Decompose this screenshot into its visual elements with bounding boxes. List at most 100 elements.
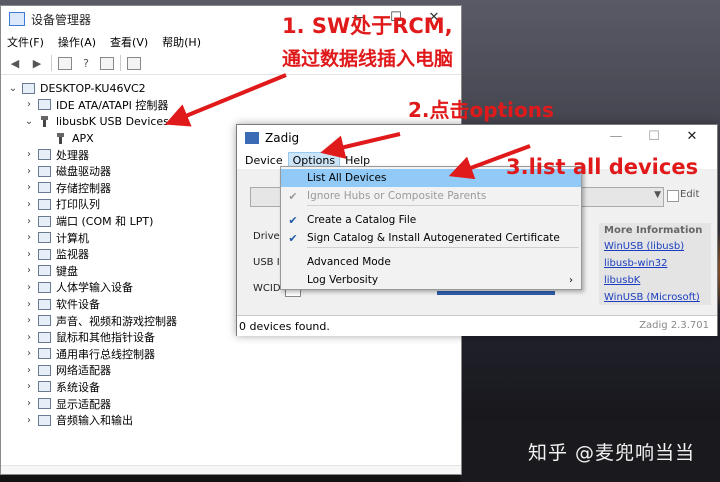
tree-item[interactable]: › 显示适配器 bbox=[1, 395, 461, 412]
tree-item-label: 软件设备 bbox=[56, 298, 100, 312]
more-info-heading: More Information bbox=[604, 225, 703, 236]
properties-icon[interactable] bbox=[58, 56, 72, 70]
checkmark-icon: ✔ bbox=[288, 189, 298, 203]
tree-item[interactable]: › 通用串行总线控制器 bbox=[1, 346, 461, 363]
zadig-minimize-button[interactable]: — bbox=[597, 129, 635, 144]
chevron-right-icon[interactable]: › bbox=[23, 348, 35, 359]
tree-item-label: 音频输入和输出 bbox=[56, 414, 133, 428]
device-category-icon bbox=[38, 232, 51, 244]
tree-item[interactable]: ⌄ DESKTOP-KU46VC2 bbox=[1, 80, 461, 97]
edit-label: Edit bbox=[680, 189, 700, 200]
chevron-right-icon[interactable]: › bbox=[23, 182, 35, 193]
options-menu-label: Advanced Mode bbox=[307, 256, 391, 268]
back-icon[interactable]: ◀ bbox=[7, 56, 23, 70]
annotation-step1-line1: 1. SW处于RCM, bbox=[282, 14, 453, 38]
link-libusbk[interactable]: libusbK bbox=[604, 275, 640, 286]
status-text: 0 devices found. bbox=[239, 320, 330, 333]
chevron-right-icon[interactable]: › bbox=[23, 381, 35, 392]
chevron-right-icon[interactable]: › bbox=[23, 282, 35, 293]
tree-item-label: IDE ATA/ATAPI 控制器 bbox=[56, 98, 169, 112]
chevron-right-icon[interactable]: › bbox=[23, 216, 35, 227]
options-menu-item[interactable]: Log Verbosity › bbox=[281, 271, 581, 289]
annotation-step2: 2.点击options bbox=[408, 98, 554, 122]
toolbar-separator bbox=[120, 55, 121, 71]
chevron-right-icon[interactable]: › bbox=[23, 332, 35, 343]
status-strip bbox=[1, 465, 461, 474]
options-menu-label: Create a Catalog File bbox=[307, 214, 417, 226]
tree-item-label: 处理器 bbox=[56, 148, 89, 162]
chevron-right-icon[interactable]: › bbox=[23, 415, 35, 426]
device-category-icon bbox=[38, 331, 51, 343]
device-category-icon bbox=[38, 198, 51, 210]
chevron-right-icon[interactable]: › bbox=[23, 365, 35, 376]
link-winusb-microsoft[interactable]: WinUSB (Microsoft) bbox=[604, 292, 700, 303]
device-category-icon bbox=[38, 315, 51, 327]
wcid-label: WCID bbox=[253, 283, 281, 294]
menu-action[interactable]: 操作(A) bbox=[58, 34, 96, 50]
device-category-icon bbox=[38, 215, 51, 227]
tree-item-label: 人体学输入设备 bbox=[56, 281, 133, 295]
device-category-icon bbox=[38, 99, 51, 111]
tree-item[interactable]: › IDE ATA/ATAPI 控制器 bbox=[1, 97, 461, 114]
tree-item-label: 鼠标和其他指针设备 bbox=[56, 331, 155, 345]
chevron-right-icon[interactable]: › bbox=[23, 232, 35, 243]
device-category-icon bbox=[38, 298, 51, 310]
zadig-icon bbox=[245, 132, 259, 144]
forward-icon[interactable]: ▶ bbox=[29, 56, 45, 70]
chevron-right-icon[interactable]: › bbox=[23, 265, 35, 276]
link-winusb-libusb[interactable]: WinUSB (libusb) bbox=[604, 241, 684, 252]
menu-help[interactable]: 帮助(H) bbox=[162, 34, 201, 50]
chevron-down-icon[interactable]: ⌄ bbox=[7, 83, 19, 94]
tree-item[interactable]: › 系统设备 bbox=[1, 379, 461, 396]
chevron-right-icon[interactable]: › bbox=[23, 315, 35, 326]
options-menu-label: Sign Catalog & Install Autogenerated Cer… bbox=[307, 232, 560, 244]
tree-item-label: libusbK USB Devices bbox=[56, 114, 169, 128]
edit-checkbox[interactable] bbox=[667, 190, 679, 202]
zadig-close-button[interactable]: ✕ bbox=[673, 129, 711, 144]
chevron-right-icon: › bbox=[569, 274, 573, 286]
tree-item-label: 网络适配器 bbox=[56, 364, 111, 378]
computer-icon bbox=[22, 82, 35, 94]
device-category-icon bbox=[38, 182, 51, 194]
tree-item-label: 系统设备 bbox=[56, 380, 100, 394]
device-category-icon bbox=[54, 132, 67, 144]
help-icon[interactable]: ? bbox=[78, 56, 94, 70]
tree-item-label: 键盘 bbox=[56, 264, 78, 278]
chevron-right-icon[interactable]: › bbox=[23, 398, 35, 409]
checkmark-icon: ✔ bbox=[288, 231, 298, 245]
toolbar-separator bbox=[51, 55, 52, 71]
device-category-icon bbox=[38, 165, 51, 177]
zadig-maximize-button[interactable]: ☐ bbox=[635, 129, 673, 144]
chevron-right-icon[interactable]: › bbox=[23, 149, 35, 160]
options-menu-item[interactable]: ✔ Sign Catalog & Install Autogenerated Ce… bbox=[281, 229, 581, 247]
menu-view[interactable]: 查看(V) bbox=[110, 34, 148, 50]
options-menu-item[interactable]: ✔ Create a Catalog File bbox=[281, 211, 581, 229]
options-menu-label: Ignore Hubs or Composite Parents bbox=[307, 190, 487, 202]
install-button-edge[interactable] bbox=[437, 291, 555, 295]
scan-hardware-icon[interactable] bbox=[127, 56, 141, 70]
tree-item-label: 通用串行总线控制器 bbox=[56, 347, 155, 361]
tree-item-label: 监视器 bbox=[56, 248, 89, 262]
update-driver-icon[interactable] bbox=[100, 56, 114, 70]
tree-item[interactable]: › 网络适配器 bbox=[1, 362, 461, 379]
chevron-right-icon[interactable]: › bbox=[23, 249, 35, 260]
chevron-right-icon[interactable]: › bbox=[23, 166, 35, 177]
chevron-right-icon[interactable]: › bbox=[23, 299, 35, 310]
tree-item-label: 存储控制器 bbox=[56, 181, 111, 195]
device-category-icon bbox=[38, 348, 51, 360]
link-libusb-win32[interactable]: libusb-win32 bbox=[604, 258, 667, 269]
zadig-title: Zadig bbox=[265, 131, 300, 145]
tree-item-label: DESKTOP-KU46VC2 bbox=[40, 81, 146, 95]
chevron-down-icon: ▼ bbox=[654, 190, 661, 200]
menu-file[interactable]: 文件(F) bbox=[7, 34, 44, 50]
options-menu-item[interactable]: Advanced Mode bbox=[281, 253, 581, 271]
tree-item[interactable]: › 音频输入和输出 bbox=[1, 412, 461, 429]
zadig-status-bar: 0 devices found. Zadig 2.3.701 bbox=[237, 315, 717, 336]
chevron-right-icon[interactable]: › bbox=[23, 99, 35, 110]
window-title: 设备管理器 bbox=[31, 12, 92, 27]
chevron-down-icon[interactable]: ⌄ bbox=[23, 116, 35, 127]
options-dropdown: List All Devices ✔ Ignore Hubs or Composit… bbox=[280, 166, 582, 290]
checkmark-icon: ✔ bbox=[288, 213, 298, 227]
chevron-right-icon[interactable]: › bbox=[23, 199, 35, 210]
options-menu-label: List All Devices bbox=[307, 172, 387, 184]
